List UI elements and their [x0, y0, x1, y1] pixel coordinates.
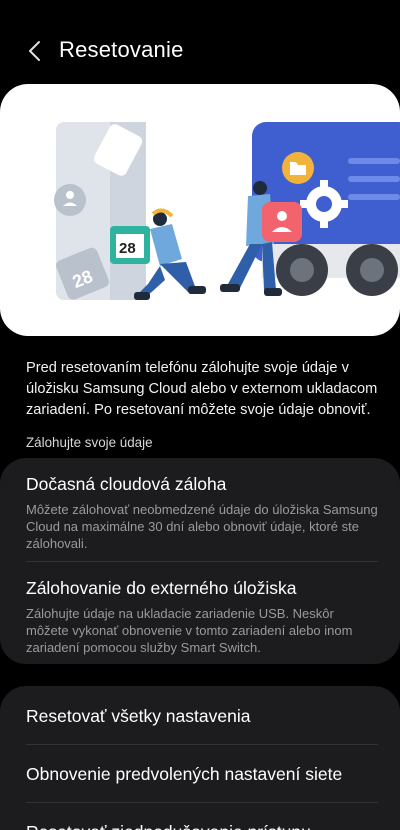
hero-illustration: 28 28	[0, 84, 400, 336]
back-button[interactable]	[18, 34, 52, 68]
item-title: Dočasná cloudová záloha	[26, 474, 227, 494]
chevron-left-icon	[29, 41, 40, 61]
external-storage-backup-item[interactable]: Zálohovanie do externého úložiska Zálohu…	[26, 578, 378, 656]
reset-accessibility-item[interactable]: Resetovať zjednodušovanie prístupu	[26, 822, 311, 830]
backup-card: Dočasná cloudová záloha Môžete zálohovať…	[0, 458, 400, 664]
item-description: Môžete zálohovať neobmedzené údaje do úl…	[26, 502, 378, 551]
item-title: Zálohovanie do externého úložiska	[26, 578, 297, 598]
intro-text: Pred resetovaním telefónu zálohujte svoj…	[26, 360, 378, 418]
temporary-cloud-backup-item[interactable]: Dočasná cloudová záloha Môžete zálohovať…	[26, 474, 378, 552]
reset-card: Resetovať všetky nastavenia Obnovenie pr…	[0, 686, 400, 830]
divider	[26, 744, 378, 745]
calendar-number: 28	[119, 240, 136, 257]
item-description: Zálohujte údaje na ukladacie zariadenie …	[26, 606, 353, 655]
divider	[26, 561, 378, 562]
section-label: Zálohujte svoje údaje	[26, 435, 153, 450]
divider	[26, 802, 378, 803]
reset-all-settings-item[interactable]: Resetovať všetky nastavenia	[26, 706, 250, 727]
page-title: Resetovanie	[59, 37, 184, 62]
reset-illustration: 28 28	[54, 122, 400, 300]
reset-network-settings-item[interactable]: Obnovenie predvolených nastavení siete	[26, 764, 342, 785]
